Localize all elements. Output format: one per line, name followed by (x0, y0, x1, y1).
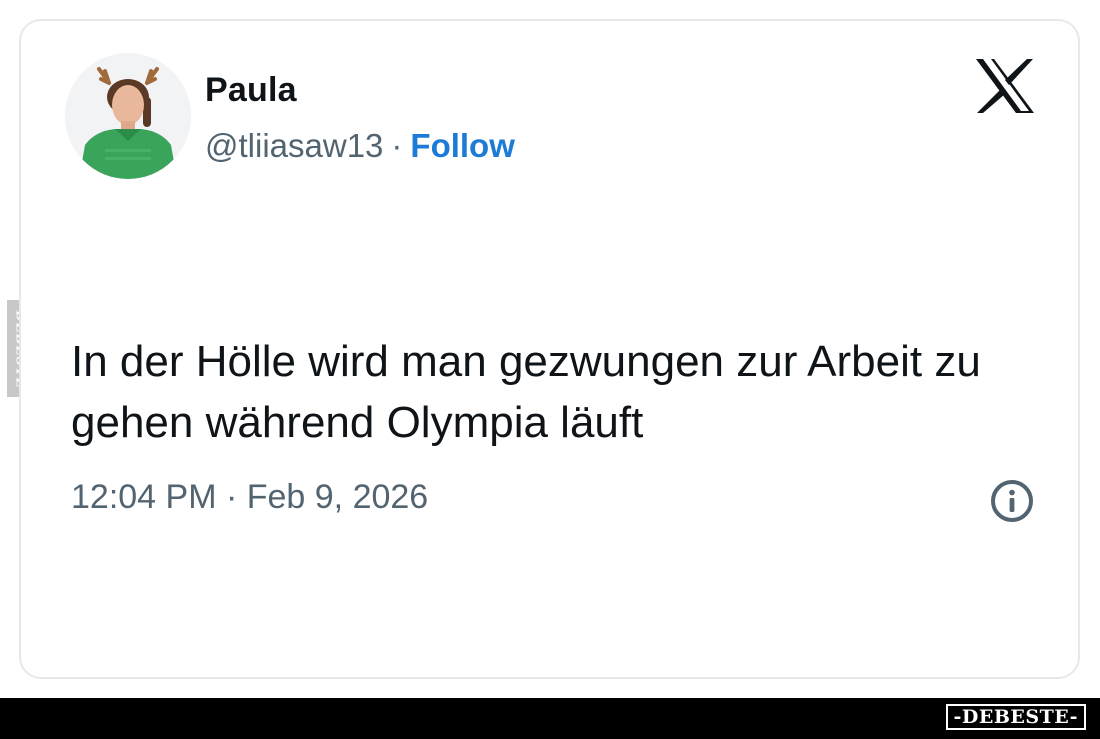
screenshot-canvas: DEBESTE Paula (0, 0, 1100, 739)
bottom-bar: -DEBESTE- (0, 698, 1100, 739)
handle-row: @tliiasaw13 · Follow (205, 127, 515, 165)
follow-button[interactable]: Follow (410, 127, 514, 164)
brand-logo: -DEBESTE- (945, 704, 1086, 730)
x-logo-icon[interactable] (974, 57, 1036, 115)
handle-separator: · (391, 127, 403, 164)
avatar-image (65, 53, 191, 179)
info-icon[interactable] (988, 477, 1036, 525)
tweet-text: In der Hölle wird man gezwungen zur Arbe… (71, 337, 981, 447)
tweet-timestamp[interactable]: 12:04 PM · Feb 9, 2026 (71, 478, 428, 517)
avatar[interactable] (65, 53, 191, 179)
author-name[interactable]: Paula (205, 71, 297, 110)
author-handle[interactable]: @tliiasaw13 (205, 127, 383, 164)
tweet-card[interactable]: Paula @tliiasaw13 · Follow In der Hölle wi… (19, 19, 1080, 679)
